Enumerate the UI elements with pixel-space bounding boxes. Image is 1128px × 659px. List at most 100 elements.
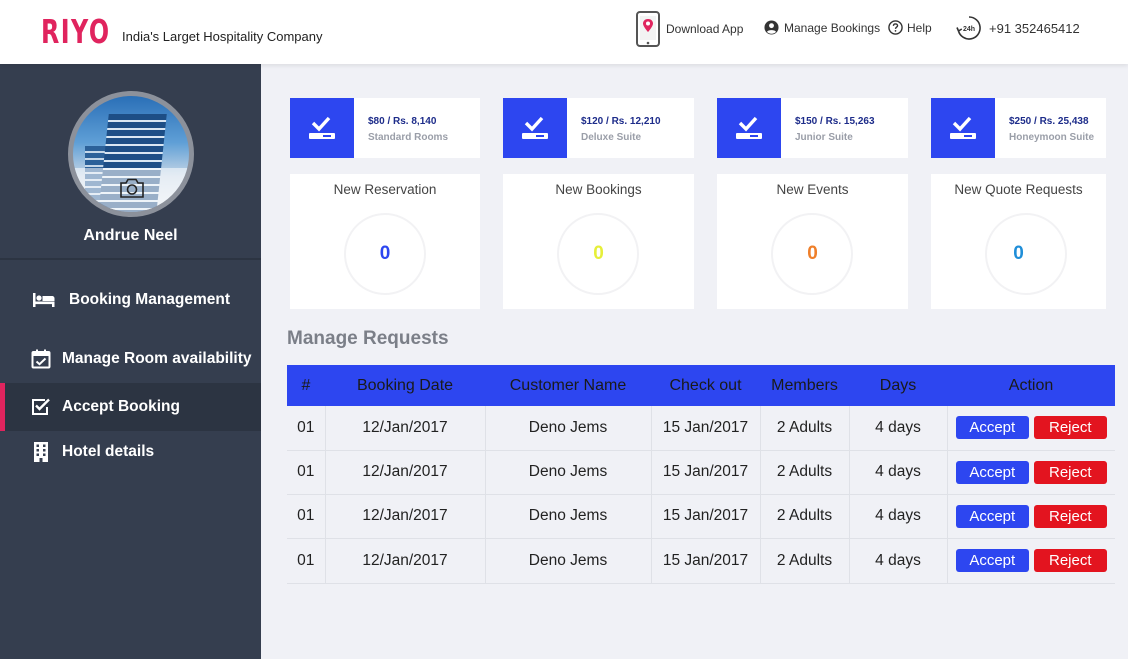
sidebar-item-label: Accept Booking xyxy=(62,398,180,415)
phone-number: +91 352465412 xyxy=(989,20,1080,36)
profile-avatar[interactable] xyxy=(68,91,194,217)
sidebar-divider xyxy=(0,258,261,260)
stat-value: 0 xyxy=(1013,243,1024,264)
manage-bookings-label: Manage Bookings xyxy=(784,20,881,35)
stat-card-new-quote-requests[interactable]: New Quote Requests 0 xyxy=(931,174,1106,309)
cell-days: 4 days xyxy=(849,538,948,584)
cell-actions: Accept Reject xyxy=(947,406,1115,451)
stat-title: New Bookings xyxy=(555,182,642,197)
cell-days: 4 days xyxy=(849,450,948,495)
cell-check-out: 15 Jan/2017 xyxy=(651,450,761,495)
checkbox-tray-icon xyxy=(931,98,995,158)
cell-days: 4 days xyxy=(849,494,948,539)
room-price: $120 / Rs. 12,210 xyxy=(581,116,661,127)
cell-booking-date: 12/Jan/2017 xyxy=(325,450,486,495)
cell-number: 01 xyxy=(287,538,326,584)
phone-badge-text: 24h xyxy=(963,26,975,33)
cell-check-out: 15 Jan/2017 xyxy=(651,406,761,451)
mobile-phone-icon xyxy=(636,11,660,47)
room-card-deluxe[interactable]: $120 / Rs. 12,210 Deluxe Suite xyxy=(503,98,694,158)
sidebar-item-label: Manage Room availability xyxy=(62,350,252,367)
sidebar-item-booking-management[interactable]: Booking Management xyxy=(0,276,261,324)
sidebar-item-manage-room-availability[interactable]: Manage Room availability xyxy=(0,335,261,383)
column-header-action: Action xyxy=(947,365,1115,406)
stat-card-new-reservation[interactable]: New Reservation 0 xyxy=(290,174,480,309)
stat-value: 0 xyxy=(807,243,818,264)
room-card-standard[interactable]: $80 / Rs. 8,140 Standard Rooms xyxy=(290,98,480,158)
cell-members: 2 Adults xyxy=(760,450,850,495)
stat-card-new-events[interactable]: New Events 0 xyxy=(717,174,908,309)
table-header-row: # Booking Date Customer Name Check out M… xyxy=(287,365,1115,406)
table-row: 01 12/Jan/2017 Deno Jems 15 Jan/2017 2 A… xyxy=(287,494,1115,539)
cell-booking-date: 12/Jan/2017 xyxy=(325,538,486,584)
stat-value: 0 xyxy=(379,243,391,264)
sidebar-item-hotel-details[interactable]: Hotel details xyxy=(0,428,261,476)
accept-button[interactable]: Accept xyxy=(955,504,1029,528)
brand-logo[interactable]: RIYO xyxy=(41,12,110,51)
room-price: $150 / Rs. 15,263 xyxy=(795,116,875,127)
help-label: Help xyxy=(907,20,932,35)
download-app-link[interactable]: Download App xyxy=(636,11,743,47)
reject-button[interactable]: Reject xyxy=(1033,549,1107,572)
brand-tagline: India's Larget Hospitality Company xyxy=(122,29,323,44)
sidebar-item-accept-booking[interactable]: Accept Booking xyxy=(0,383,261,431)
room-price: $250 / Rs. 25,438 xyxy=(1009,116,1089,127)
reject-button[interactable]: Reject xyxy=(1033,416,1107,440)
cell-members: 2 Adults xyxy=(760,494,850,539)
checkbox-tray-icon xyxy=(290,98,354,158)
room-name: Standard Rooms xyxy=(368,132,449,143)
room-card-junior[interactable]: $150 / Rs. 15,263 Junior Suite xyxy=(717,98,908,158)
stat-card-new-bookings[interactable]: New Bookings 0 xyxy=(503,174,694,309)
column-header-members: Members xyxy=(760,365,849,406)
top-header: RIYO India's Larget Hospitality Company … xyxy=(0,0,1128,64)
cell-check-out: 15 Jan/2017 xyxy=(651,494,761,539)
cell-customer-name: Deno Jems xyxy=(485,406,652,451)
accept-button[interactable]: Accept xyxy=(955,416,1029,440)
help-link[interactable]: Help xyxy=(888,20,932,35)
phone-contact[interactable]: 24h +91 352465412 xyxy=(956,15,1080,41)
cell-customer-name: Deno Jems xyxy=(485,538,652,584)
checkbox-icon xyxy=(30,398,52,416)
sidebar: Andrue Neel Booking Management Manage Ro xyxy=(0,64,261,659)
download-app-label: Download App xyxy=(666,22,744,36)
stat-value: 0 xyxy=(593,243,604,264)
stat-title: New Reservation xyxy=(333,182,437,197)
cell-number: 01 xyxy=(287,494,326,539)
room-card-honeymoon[interactable]: $250 / Rs. 25,438 Honeymoon Suite xyxy=(931,98,1106,158)
table-row: 01 12/Jan/2017 Deno Jems 15 Jan/2017 2 A… xyxy=(287,450,1115,495)
cell-actions: Accept Reject xyxy=(947,538,1115,584)
sidebar-item-label: Hotel details xyxy=(62,443,155,460)
room-name: Junior Suite xyxy=(795,132,853,143)
column-header-check-out: Check out xyxy=(651,365,760,406)
cell-number: 01 xyxy=(287,450,326,495)
column-header-booking-date: Booking Date xyxy=(325,365,485,406)
column-header-days: Days xyxy=(849,365,947,406)
checkbox-tray-icon xyxy=(503,98,567,158)
accept-button[interactable]: Accept xyxy=(955,460,1029,484)
column-header-customer-name: Customer Name xyxy=(485,365,651,406)
cell-actions: Accept Reject xyxy=(947,494,1115,539)
24h-support-icon: 24h xyxy=(956,15,982,41)
accept-button[interactable]: Accept xyxy=(955,549,1029,572)
help-question-icon xyxy=(888,20,903,35)
table-row: 01 12/Jan/2017 Deno Jems 15 Jan/2017 2 A… xyxy=(287,406,1115,451)
column-header-number: # xyxy=(287,365,325,406)
cell-customer-name: Deno Jems xyxy=(485,494,652,539)
cell-actions: Accept Reject xyxy=(947,450,1115,495)
cell-number: 01 xyxy=(287,406,326,451)
stat-title: New Events xyxy=(776,182,849,197)
room-price: $80 / Rs. 8,140 xyxy=(368,116,437,127)
manage-bookings-link[interactable]: Manage Bookings xyxy=(764,20,880,35)
room-name: Deluxe Suite xyxy=(581,132,642,143)
stat-title: New Quote Requests xyxy=(954,182,1083,197)
cell-booking-date: 12/Jan/2017 xyxy=(325,406,486,451)
cell-check-out: 15 Jan/2017 xyxy=(651,538,761,584)
cell-members: 2 Adults xyxy=(760,406,850,451)
user-name: Andrue Neel xyxy=(83,227,178,244)
bed-icon xyxy=(33,292,55,308)
reject-button[interactable]: Reject xyxy=(1033,504,1107,528)
camera-icon[interactable] xyxy=(119,177,145,204)
reject-button[interactable]: Reject xyxy=(1033,460,1107,484)
requests-table: # Booking Date Customer Name Check out M… xyxy=(287,365,1115,584)
calendar-check-icon xyxy=(30,349,52,369)
